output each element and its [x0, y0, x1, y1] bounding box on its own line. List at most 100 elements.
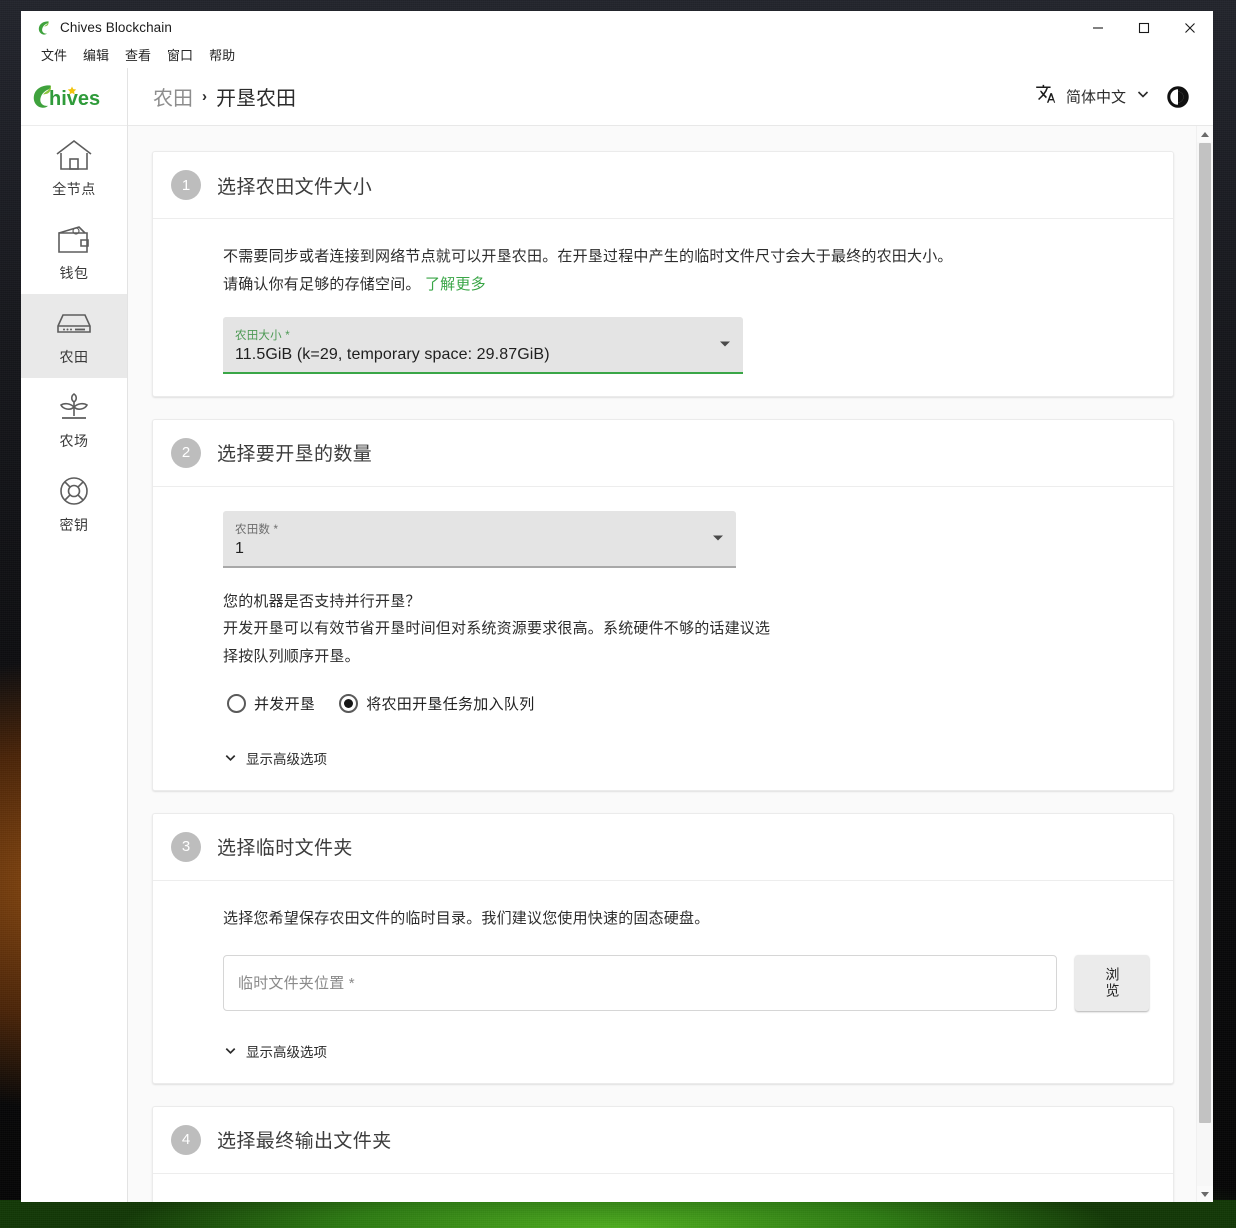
chevron-down-icon	[223, 750, 238, 765]
menu-bar: 文件 编辑 查看 窗口 帮助	[21, 44, 1213, 68]
description-line-2: 请确认你有足够的存储空间。	[223, 275, 421, 293]
menu-window[interactable]: 窗口	[159, 45, 201, 67]
parallel-question: 您的机器是否支持并行开垦？	[223, 592, 421, 610]
language-label: 简体中文	[1065, 89, 1126, 106]
temp-folder-browse-button[interactable]: 浏览	[1075, 954, 1149, 1011]
radio-queue-plotting[interactable]: 将农田开垦任务加入队列	[335, 689, 542, 718]
advanced-options-label: 显示高级选项	[246, 751, 327, 767]
plot-count-select-label: 农田数 *	[235, 523, 279, 536]
temp-folder-placeholder: 临时文件夹位置 *	[238, 975, 355, 992]
chives-leaf-icon	[35, 19, 53, 37]
step-number-badge: 3	[171, 831, 201, 862]
plot-count-select-value: 1	[235, 539, 244, 557]
final-folder-description: 选择您希望保存农田文件的最终输出文件夹。我们建议您使用大容量、慢速的硬盘（比如外…	[223, 1198, 1149, 1203]
section-card-temp-folder: 3 选择临时文件夹 选择您希望保存农田文件的临时目录。我们建议您使用快速的固态硬…	[152, 812, 1174, 1084]
temp-folder-description: 选择您希望保存农田文件的临时目录。我们建议您使用快速的固态硬盘。	[223, 909, 710, 927]
advanced-options-label: 显示高级选项	[246, 1044, 327, 1060]
temp-folder-input[interactable]: 临时文件夹位置 *	[223, 954, 1057, 1011]
dark-mode-icon[interactable]	[1165, 84, 1191, 110]
parallel-plotting-help: 您的机器是否支持并行开垦？ 开发开垦可以有效节省开垦时间但对系统资源要求很高。系…	[223, 588, 1149, 671]
dropdown-caret-icon	[713, 535, 723, 541]
dropdown-caret-icon	[720, 341, 730, 347]
show-advanced-options-toggle-3[interactable]: 显示高级选项	[223, 1041, 1149, 1061]
scrollbar-up-arrow[interactable]	[1197, 126, 1213, 142]
content-column: 农田 › 开垦农田 简体中文 1 选择农田文件大小 不需要同步或者连接到网络节点…	[128, 68, 1213, 1202]
parallel-help-line-2: 择按队列顺序开垦。	[223, 648, 360, 665]
radio-unchecked-icon	[227, 693, 246, 713]
main-scroll-area[interactable]: 1 选择农田文件大小 不需要同步或者连接到网络节点就可以开垦农田。在开垦过程中产…	[128, 126, 1196, 1202]
sidebar-item-label: 全节点	[52, 180, 96, 197]
chives-logo: hives	[21, 68, 127, 126]
section-card-final-folder: 4 选择最终输出文件夹 选择您希望保存农田文件的最终输出文件夹。我们建议您使用大…	[152, 1105, 1174, 1203]
sidebar-item-plots[interactable]: 农田	[21, 294, 127, 378]
card-title: 选择要开垦的数量	[217, 444, 373, 465]
parallel-help-line-1: 开发开垦可以有效节省开垦时间但对系统资源要求很高。系统硬件不够的话建议选	[223, 620, 771, 638]
card-body: 选择您希望保存农田文件的临时目录。我们建议您使用快速的固态硬盘。 临时文件夹位置…	[153, 881, 1173, 1083]
browse-button-label: 浏览	[1104, 966, 1121, 999]
description-line-1: 不需要同步或者连接到网络节点就可以开垦农田。在开垦过程中产生的临时文件尺寸会大于…	[223, 248, 953, 265]
lifebuoy-icon	[54, 474, 94, 508]
step-number-badge: 4	[171, 1124, 201, 1155]
breadcrumb-parent[interactable]: 农田	[153, 82, 193, 111]
temp-folder-row: 临时文件夹位置 * 浏览	[223, 954, 1149, 1011]
home-icon	[54, 138, 94, 172]
radio-label: 并发开垦	[254, 695, 316, 713]
card-title: 选择最终输出文件夹	[217, 1131, 392, 1152]
card-body: 农田数 * 1 您的机器是否支持并行开垦？ 开发开垦可以有效节省开垦时间但对系统…	[153, 487, 1173, 790]
learn-more-link[interactable]: 了解更多	[425, 276, 486, 293]
plot-size-select[interactable]: 农田大小 * 11.5GiB (k=29, temporary space: 2…	[223, 316, 743, 374]
app-body: hives 全节点 钱包 农田 农场 密钥 农田 › 开垦农田 简体中文 1 选…	[21, 68, 1213, 1202]
plot-count-select[interactable]: 农田数 * 1	[223, 510, 736, 568]
sidebar-item-label: 钱包	[59, 264, 89, 281]
plant-icon	[54, 390, 94, 424]
sidebar-item-farm[interactable]: 农场	[21, 378, 127, 462]
language-selector[interactable]: 简体中文	[1035, 83, 1151, 110]
sidebar-item-wallet[interactable]: 钱包	[21, 210, 127, 294]
menu-help[interactable]: 帮助	[201, 45, 243, 67]
chevron-down-icon	[223, 1043, 238, 1058]
wallet-icon	[54, 222, 94, 256]
harddrive-icon	[54, 306, 94, 340]
sidebar: hives 全节点 钱包 农田 农场 密钥	[21, 68, 128, 1202]
radio-parallel-plotting[interactable]: 并发开垦	[223, 689, 323, 718]
show-advanced-options-toggle-2[interactable]: 显示高级选项	[223, 748, 1149, 768]
sidebar-item-full-node[interactable]: 全节点	[21, 126, 127, 210]
menu-edit[interactable]: 编辑	[75, 45, 117, 67]
vertical-scrollbar[interactable]	[1196, 126, 1213, 1202]
card-title: 选择临时文件夹	[217, 838, 353, 860]
parallel-mode-radio-group: 并发开垦 将农田开垦任务加入队列	[223, 689, 1149, 718]
plot-size-select-value: 11.5GiB (k=29, temporary space: 29.87GiB…	[235, 345, 550, 363]
breadcrumb: 农田 › 开垦农田	[153, 82, 296, 111]
sidebar-item-label: 农场	[59, 432, 89, 449]
svg-text:hives: hives	[49, 88, 100, 110]
window-title: Chives Blockchain	[60, 20, 173, 35]
section-card-plot-size: 1 选择农田文件大小 不需要同步或者连接到网络节点就可以开垦农田。在开垦过程中产…	[152, 151, 1174, 397]
chevron-right-icon: ›	[202, 88, 207, 105]
scrollbar-down-arrow[interactable]	[1197, 1186, 1213, 1202]
sidebar-item-keys[interactable]: 密钥	[21, 462, 127, 546]
step-number-badge: 2	[171, 437, 201, 468]
chevron-down-icon	[1135, 86, 1151, 107]
scrollbar-thumb[interactable]	[1199, 143, 1211, 1123]
card-title: 选择农田文件大小	[217, 176, 373, 198]
breadcrumb-current: 开垦农田	[216, 88, 296, 110]
step-number-badge: 1	[171, 170, 201, 200]
app-bar: 农田 › 开垦农田 简体中文	[128, 68, 1213, 126]
window-controls	[1075, 11, 1213, 44]
maximize-button[interactable]	[1121, 11, 1167, 44]
radio-checked-icon	[339, 693, 359, 713]
sidebar-item-label: 农田	[59, 348, 89, 365]
card-header: 4 选择最终输出文件夹	[153, 1107, 1173, 1174]
app-bar-actions: 简体中文	[1035, 83, 1191, 110]
plot-size-select-label: 农田大小 *	[235, 329, 290, 342]
menu-view[interactable]: 查看	[117, 45, 159, 67]
plot-size-description: 不需要同步或者连接到网络节点就可以开垦农田。在开垦过程中产生的临时文件尺寸会大于…	[223, 243, 1149, 299]
radio-label: 将农田开垦任务加入队列	[366, 695, 535, 713]
card-header: 3 选择临时文件夹	[153, 814, 1173, 881]
menu-file[interactable]: 文件	[33, 45, 75, 67]
translate-icon	[1035, 83, 1057, 110]
section-card-plot-count: 2 选择要开垦的数量 农田数 * 1 您的机器是否支持并行开垦？ 开发开垦可以有…	[152, 418, 1174, 791]
close-button[interactable]	[1167, 11, 1213, 44]
minimize-button[interactable]	[1075, 11, 1121, 44]
card-header: 2 选择要开垦的数量	[153, 420, 1173, 487]
